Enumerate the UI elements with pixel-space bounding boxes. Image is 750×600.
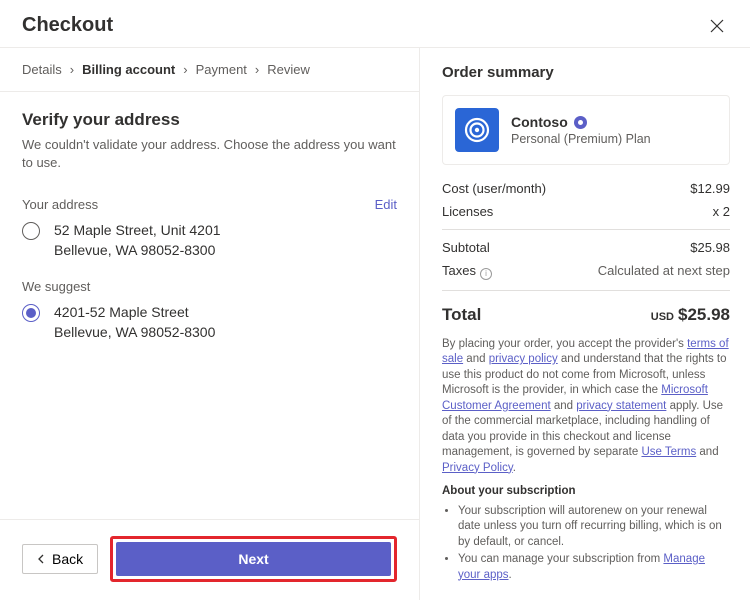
privacy-policy-link[interactable]: privacy policy [489,353,558,365]
radio-icon [22,222,40,240]
legal-text: By placing your order, you accept the pr… [442,337,730,584]
verified-icon [574,116,587,129]
address-option-entered[interactable]: 52 Maple Street, Unit 4201 Bellevue, WA … [22,220,397,261]
dialog-title: Checkout [22,14,113,37]
plan-name: Personal (Premium) Plan [511,132,651,146]
your-address-label: Your address [22,197,98,212]
total-value: USD$25.98 [651,305,730,325]
cost-value: $12.99 [690,181,730,196]
divider [442,229,730,230]
breadcrumb-item-payment[interactable]: Payment [196,62,247,77]
address-line2: Bellevue, WA 98052-8300 [54,240,221,260]
info-icon[interactable]: i [480,268,492,280]
subscription-bullet: You can manage your subscription from Ma… [458,552,730,583]
divider [442,290,730,291]
verify-subtext: We couldn't validate your address. Choos… [22,136,397,171]
use-terms-link[interactable]: Use Terms [641,446,696,458]
total-label: Total [442,305,481,325]
edit-address-link[interactable]: Edit [375,197,397,212]
licenses-label: Licenses [442,204,493,219]
verify-heading: Verify your address [22,110,397,130]
breadcrumb-item-details[interactable]: Details [22,62,62,77]
taxes-value: Calculated at next step [598,263,730,280]
order-summary-title: Order summary [442,64,730,81]
back-button-label: Back [52,551,83,567]
product-name: Contoso [511,114,568,130]
address-line2: Bellevue, WA 98052-8300 [54,322,215,342]
breadcrumb-item-billing[interactable]: Billing account [82,62,175,77]
product-card: Contoso Personal (Premium) Plan [442,95,730,165]
subtotal-value: $25.98 [690,240,730,255]
privacy-policy2-link[interactable]: Privacy Policy [442,462,513,474]
cost-label: Cost (user/month) [442,181,546,196]
breadcrumb-item-review[interactable]: Review [267,62,310,77]
address-line1: 4201-52 Maple Street [54,302,215,322]
address-option-suggested[interactable]: 4201-52 Maple Street Bellevue, WA 98052-… [22,302,397,343]
radio-icon [22,304,40,322]
licenses-value: x 2 [713,204,730,219]
back-button[interactable]: Back [22,544,98,574]
subtotal-label: Subtotal [442,240,490,255]
about-subscription-heading: About your subscription [442,484,730,500]
subscription-bullet: Your subscription will autorenew on your… [458,504,730,551]
chevron-right-icon: › [183,62,187,77]
close-button[interactable] [706,15,728,37]
chevron-left-icon [37,554,46,564]
breadcrumb: Details › Billing account › Payment › Re… [0,48,419,92]
chevron-right-icon: › [255,62,259,77]
chevron-right-icon: › [70,62,74,77]
product-logo [455,108,499,152]
privacy-statement-link[interactable]: privacy statement [576,400,666,412]
address-line1: 52 Maple Street, Unit 4201 [54,220,221,240]
we-suggest-label: We suggest [22,279,397,294]
next-button[interactable]: Next [116,542,391,576]
next-button-highlight: Next [110,536,397,582]
taxes-label: Taxesi [442,263,492,280]
spiral-icon [463,116,491,144]
close-icon [710,19,724,33]
